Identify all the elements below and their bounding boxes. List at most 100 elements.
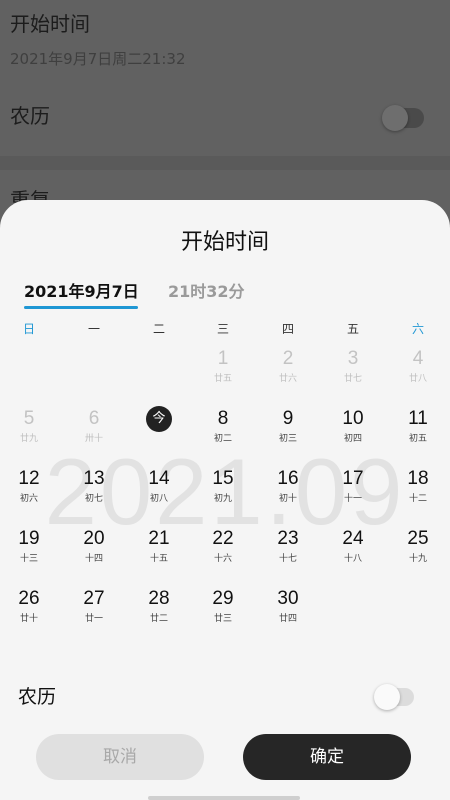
day-number: 11 — [408, 408, 428, 429]
calendar-day[interactable]: 26 廿十 — [1, 588, 57, 636]
calendar-day[interactable]: 10 初四 — [325, 408, 381, 456]
day-number: 23 — [277, 528, 299, 549]
day-number: 8 — [217, 408, 229, 429]
confirm-button[interactable]: 确定 — [243, 734, 411, 780]
calendar-day[interactable]: 8 初二 — [195, 408, 251, 456]
calendar-day[interactable]: 14 初八 — [131, 468, 187, 516]
lunar-day: 十九 — [408, 554, 427, 564]
home-indicator — [148, 796, 300, 800]
lunar-day: 廿十 — [19, 614, 38, 624]
calendar-day[interactable]: 24 十八 — [325, 528, 381, 576]
calendar-day[interactable]: 9 初三 — [260, 408, 316, 456]
calendar-day[interactable]: 30 廿四 — [260, 588, 316, 636]
calendar-day[interactable]: 16 初十 — [260, 468, 316, 516]
lunar-day: 十七 — [278, 554, 297, 564]
day-number: 15 — [212, 468, 234, 489]
day-number: 29 — [212, 588, 234, 609]
lunar-day: 初三 — [278, 434, 297, 444]
calendar-grid: 1 廿五 2 廿六 3 廿七 4 廿八 5 廿九 6 卅十 今 8 初二 9 初三 10 初四 11 初五 12 初六 13 初… — [0, 200, 450, 650]
day-number: 6 — [88, 408, 100, 429]
lunar-day: 廿九 — [19, 434, 38, 444]
lunar-setting-row: 农历 — [0, 78, 450, 156]
day-number: 20 — [83, 528, 105, 549]
day-number: 1 — [217, 348, 229, 369]
day-number: 12 — [18, 468, 40, 489]
lunar-day: 廿四 — [278, 614, 297, 624]
calendar-day[interactable]: 11 初五 — [390, 408, 446, 456]
calendar-day[interactable]: 25 十九 — [390, 528, 446, 576]
lunar-day: 初六 — [19, 494, 38, 504]
toggle-knob — [374, 684, 400, 710]
lunar-day: 初八 — [149, 494, 168, 504]
calendar-day[interactable]: 21 十五 — [131, 528, 187, 576]
calendar-day[interactable]: 23 十七 — [260, 528, 316, 576]
lunar-day: 初四 — [343, 434, 362, 444]
calendar-day[interactable]: 22 十六 — [195, 528, 251, 576]
day-number: 22 — [212, 528, 234, 549]
cancel-button[interactable]: 取消 — [36, 734, 204, 780]
lunar-toggle[interactable] — [374, 684, 414, 710]
day-number: 27 — [83, 588, 105, 609]
lunar-day: 初五 — [408, 434, 427, 444]
lunar-day: 廿五 — [213, 374, 232, 384]
day-number: 25 — [407, 528, 429, 549]
lunar-day: 初十 — [278, 494, 297, 504]
start-datetime-value: 2021年9月7日周二21:32 — [10, 50, 186, 68]
start-time-heading: 开始时间 — [10, 12, 90, 36]
lunar-day: 廿七 — [343, 374, 362, 384]
day-number: 13 — [83, 468, 105, 489]
calendar-day[interactable]: 29 廿三 — [195, 588, 251, 636]
lunar-day: 廿八 — [408, 374, 427, 384]
lunar-day: 十六 — [213, 554, 232, 564]
calendar-day[interactable]: 15 初九 — [195, 468, 251, 516]
calendar-day[interactable]: 3 廿七 — [325, 348, 381, 396]
calendar-day[interactable]: 5 廿九 — [1, 408, 57, 456]
day-number: 30 — [277, 588, 299, 609]
calendar-day[interactable]: 19 十三 — [1, 528, 57, 576]
day-number: 3 — [347, 348, 359, 369]
lunar-day: 卅十 — [84, 434, 103, 444]
day-number: 17 — [342, 468, 364, 489]
today-badge: 今 — [146, 406, 172, 432]
day-number: 4 — [412, 348, 424, 369]
calendar-day[interactable]: 1 廿五 — [195, 348, 251, 396]
lunar-day: 廿六 — [278, 374, 297, 384]
day-number: 5 — [23, 408, 35, 429]
day-number: 14 — [148, 468, 170, 489]
day-number: 21 — [148, 528, 170, 549]
lunar-day: 初二 — [213, 434, 232, 444]
day-number: 16 — [277, 468, 299, 489]
date-picker-sheet: 开始时间 2021年9月7日 21时32分 日一二三四五六 2021.09 1廿… — [0, 200, 450, 800]
lunar-day: 初七 — [84, 494, 103, 504]
calendar-day[interactable]: 4 廿八 — [390, 348, 446, 396]
lunar-day: 十八 — [343, 554, 362, 564]
lunar-label: 农历 — [10, 104, 50, 128]
lunar-setting-label: 农历 — [18, 686, 57, 708]
day-number: 10 — [342, 408, 364, 429]
day-number: 9 — [282, 408, 294, 429]
calendar-day[interactable]: 13 初七 — [66, 468, 122, 516]
calendar-day[interactable]: 28 廿二 — [131, 588, 187, 636]
section-divider — [0, 156, 450, 170]
lunar-day: 廿一 — [84, 614, 103, 624]
toggle-knob — [382, 105, 408, 131]
calendar-day[interactable]: 18 十二 — [390, 468, 446, 516]
lunar-day: 廿二 — [149, 614, 168, 624]
calendar-day[interactable]: 6 卅十 — [66, 408, 122, 456]
calendar-day[interactable]: 27 廿一 — [66, 588, 122, 636]
calendar-day[interactable]: 2 廿六 — [260, 348, 316, 396]
calendar-day[interactable]: 17 十一 — [325, 468, 381, 516]
day-number: 2 — [282, 348, 294, 369]
calendar-day-today[interactable]: 今 — [131, 406, 187, 456]
calendar-day[interactable]: 20 十四 — [66, 528, 122, 576]
day-number: 28 — [148, 588, 170, 609]
lunar-day: 十一 — [343, 494, 362, 504]
lunar-day: 十五 — [149, 554, 168, 564]
lunar-day: 十四 — [84, 554, 103, 564]
day-number: 18 — [407, 468, 429, 489]
lunar-day: 初九 — [213, 494, 232, 504]
lunar-day: 廿三 — [213, 614, 232, 624]
lunar-toggle-bg — [382, 105, 424, 131]
lunar-day: 十三 — [19, 554, 38, 564]
calendar-day[interactable]: 12 初六 — [1, 468, 57, 516]
